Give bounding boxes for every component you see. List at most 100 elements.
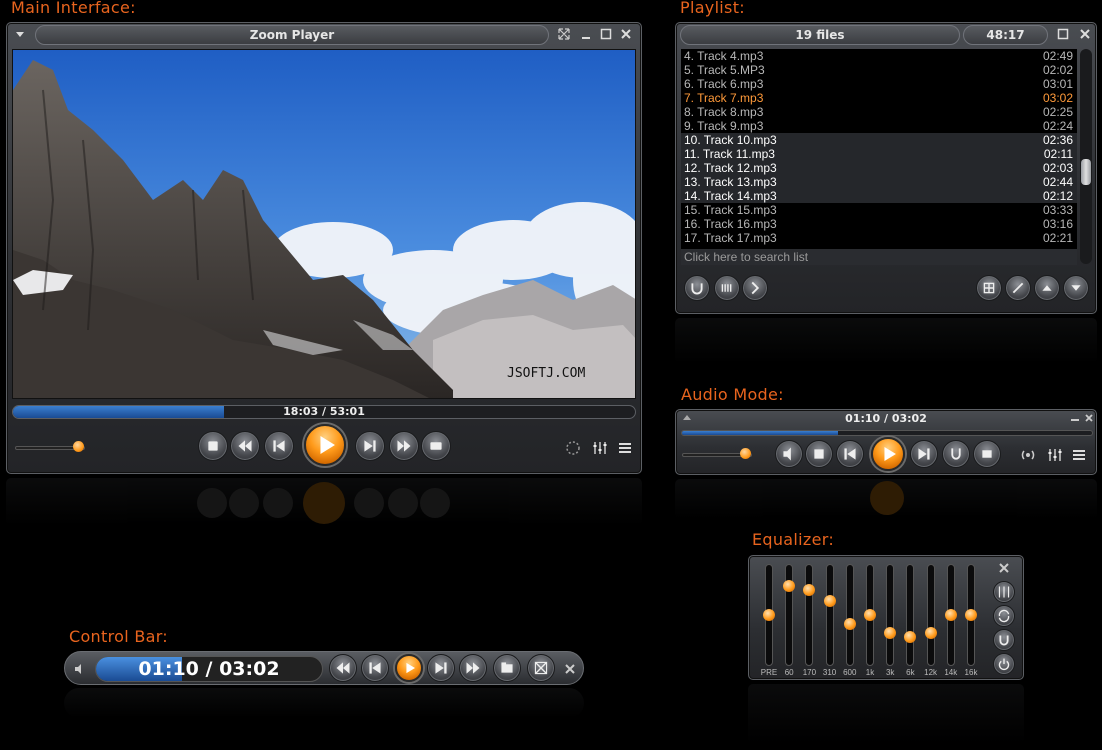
eq-knob[interactable] [965, 609, 977, 621]
stop-button[interactable] [198, 431, 228, 461]
volume-knob[interactable] [73, 441, 84, 452]
playlist-move-up-button[interactable] [1034, 275, 1060, 301]
dial-icon[interactable] [564, 439, 582, 457]
cb-progress-bar[interactable]: 01:10 / 03:02 [95, 656, 323, 682]
cb-rewind-button[interactable] [329, 654, 357, 682]
track-name: 14. Track 14.mp3 [684, 189, 777, 203]
playlist-loop-button[interactable] [684, 275, 710, 301]
playlist-move-down-button[interactable] [1063, 275, 1089, 301]
eq-knob[interactable] [904, 630, 917, 643]
eq-knob[interactable] [884, 627, 897, 639]
audio-stop-button[interactable] [805, 440, 833, 468]
video-frame[interactable]: JSOFTJ.COM [12, 49, 636, 399]
eq-band-label: 600 [843, 668, 857, 677]
previous-button[interactable] [264, 431, 294, 461]
cb-open-button[interactable] [493, 654, 521, 682]
playlist-scrollbar[interactable] [1080, 49, 1092, 264]
eq-band-label: 170 [802, 668, 817, 677]
eq-band-label: 310 [822, 668, 837, 677]
playlist-row[interactable]: 17. Track 17.mp3 02:21 [681, 231, 1077, 245]
minimize-icon[interactable] [579, 27, 593, 41]
playlist-row[interactable]: 5. Track 5.MP3 02:02 [681, 63, 1077, 77]
play-button[interactable] [304, 424, 346, 466]
cb-next-button[interactable] [427, 654, 455, 682]
playlist-row[interactable]: 15. Track 15.mp3 03:33 [681, 203, 1077, 217]
playlist-row[interactable]: 4. Track 4.mp3 02:49 [681, 49, 1077, 63]
playlist-list[interactable]: 4. Track 4.mp3 02:49 5. Track 5.MP3 02:02 6.… [681, 49, 1077, 264]
eq-slider-6k[interactable] [906, 564, 915, 666]
playlist-row[interactable]: 6. Track 6.mp3 03:01 [681, 77, 1077, 91]
eq-knob[interactable] [783, 580, 796, 593]
audio-minimize-icon[interactable] [1068, 411, 1082, 425]
eq-slider-170[interactable] [805, 564, 814, 666]
equalizer-icon[interactable] [591, 439, 609, 457]
main-seek-bar[interactable]: 18:03 / 53:01 [12, 405, 636, 419]
audio-previous-button[interactable] [836, 440, 864, 468]
playlist-row[interactable]: 10. Track 10.mp3 02:36 [681, 133, 1077, 147]
cb-fullscreen-button[interactable] [527, 654, 555, 682]
cb-fast-forward-button[interactable] [459, 654, 487, 682]
eq-close-icon[interactable] [997, 560, 1011, 574]
eq-preset-button[interactable] [993, 629, 1015, 651]
playlist-row[interactable]: 7. Track 7.mp3 03:02 [681, 91, 1077, 105]
eq-knob[interactable] [843, 618, 856, 630]
eq-slider-310[interactable] [825, 564, 834, 666]
scrollbar-thumb[interactable] [1081, 159, 1091, 185]
audio-mute-button[interactable] [775, 440, 803, 468]
eq-knob[interactable] [864, 609, 876, 621]
maximize-icon[interactable] [599, 27, 613, 41]
audio-list-icon[interactable] [1070, 446, 1088, 464]
playlist-row[interactable]: 9. Track 9.mp3 02:24 [681, 119, 1077, 133]
playlist-add-button[interactable] [976, 275, 1002, 301]
audio-seek-bar[interactable] [681, 430, 1093, 436]
playlist-row[interactable]: 11. Track 11.mp3 02:11 [681, 147, 1077, 161]
playlist-row[interactable]: 8. Track 8.mp3 02:25 [681, 105, 1077, 119]
equalizer-title: Equalizer: [752, 530, 835, 549]
next-icon [435, 662, 447, 674]
playlist-search-field[interactable]: Click here to search list [681, 249, 1077, 265]
audio-close-icon[interactable] [1082, 411, 1096, 425]
eq-knob[interactable] [924, 627, 937, 639]
eq-settings-button[interactable] [993, 581, 1015, 603]
eq-knob[interactable] [944, 609, 957, 621]
playlist-row[interactable]: 13. Track 13.mp3 02:44 [681, 175, 1077, 189]
playlist-row[interactable]: 12. Track 12.mp3 02:03 [681, 161, 1077, 175]
playlist-jump-button[interactable] [742, 275, 768, 301]
playlist-row[interactable]: 16. Track 16.mp3 03:16 [681, 217, 1077, 231]
arrow-down-icon [1071, 285, 1081, 291]
eq-slider-3k[interactable] [886, 564, 895, 666]
rewind-button[interactable] [230, 431, 260, 461]
audio-eject-button[interactable] [973, 440, 1001, 468]
audio-volume-knob[interactable] [740, 448, 751, 459]
eq-knob[interactable] [823, 594, 836, 607]
eq-slider-600[interactable] [845, 564, 854, 666]
eject-icon [430, 442, 442, 450]
playlist-row[interactable]: 14. Track 14.mp3 02:12 [681, 189, 1077, 203]
pen-icon [1012, 282, 1024, 294]
audio-next-button[interactable] [910, 440, 938, 468]
eq-knob[interactable] [803, 583, 816, 596]
fullscreen-icon[interactable] [557, 27, 571, 41]
playlist-edit-button[interactable] [1005, 275, 1031, 301]
playlist-maximize-icon[interactable] [1056, 27, 1070, 41]
cb-speaker-icon[interactable] [71, 660, 89, 678]
eq-reset-button[interactable] [993, 605, 1015, 627]
cb-previous-button[interactable] [361, 654, 389, 682]
fast-forward-button[interactable] [389, 431, 419, 461]
audio-play-button[interactable] [871, 437, 905, 471]
next-button[interactable] [355, 431, 385, 461]
audio-equalizer-icon[interactable] [1046, 446, 1064, 464]
close-icon[interactable] [619, 27, 633, 41]
eq-knob[interactable] [763, 609, 775, 621]
audio-broadcast-icon[interactable] [1019, 446, 1037, 464]
eq-slider-12k[interactable] [926, 564, 935, 666]
cb-close-icon[interactable] [561, 660, 579, 678]
playlist-shuffle-button[interactable] [714, 275, 740, 301]
playlist-close-icon[interactable] [1078, 27, 1092, 41]
list-icon[interactable] [616, 439, 634, 457]
eject-button[interactable] [421, 431, 451, 461]
cb-play-button[interactable] [395, 654, 423, 682]
eq-power-button[interactable] [993, 653, 1015, 675]
audio-repeat-button[interactable] [942, 440, 970, 468]
menu-arrow-icon[interactable] [13, 27, 27, 41]
